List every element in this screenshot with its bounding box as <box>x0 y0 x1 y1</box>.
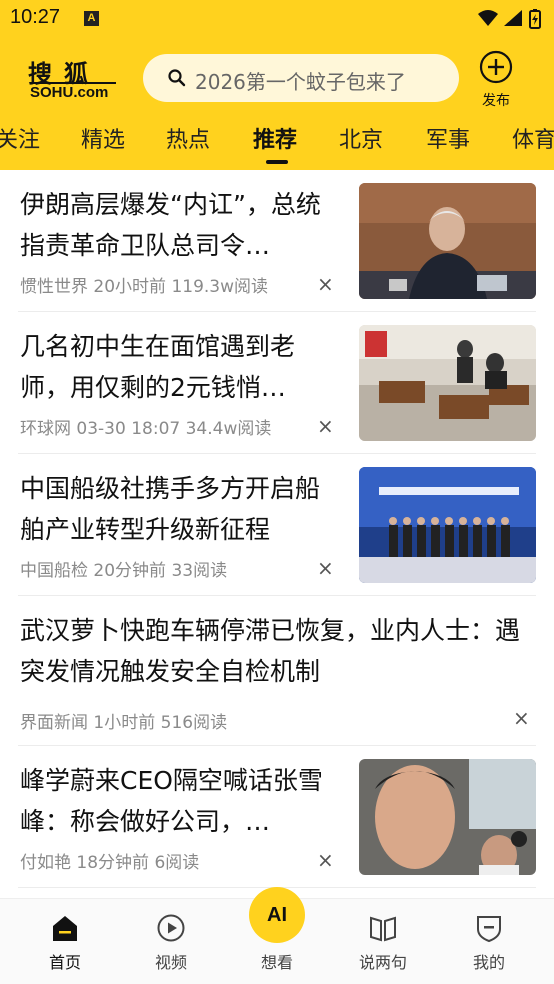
status-time: 10:27 <box>10 6 61 28</box>
cellular-icon <box>504 10 522 26</box>
bottom-nav: 首页 视频 AI 想看 说两句 我的 <box>0 887 554 984</box>
nav-label: 说两句 <box>358 953 407 972</box>
news-meta: 付如艳 18分钟前 6阅读 <box>20 853 200 873</box>
nav-label: 视频 <box>154 953 187 972</box>
news-title[interactable]: 峰学蔚来CEO隔空喊话张雪峰：称会做好公司，… <box>20 760 335 842</box>
news-thumbnail[interactable] <box>359 759 536 875</box>
channel-tabs: 关注 精选 热点 推荐 北京 军事 体育 <box>0 120 554 170</box>
news-title[interactable]: 中国船级社携手多方开启船舶产业转型升级新征程 <box>20 468 335 550</box>
news-meta: 环球网 03-30 18:07 34.4w阅读 <box>20 419 272 439</box>
tab-military[interactable]: 军事 <box>426 122 470 154</box>
home-icon <box>53 916 77 941</box>
battery-icon <box>529 9 541 29</box>
dismiss-icon[interactable]: × <box>317 848 334 872</box>
nav-profile[interactable]: 我的 <box>449 913 529 973</box>
news-card[interactable]: 伊朗高层爆发“内讧”，总统指责革命卫队总司令… 惯性世界 20小时前 119.3… <box>18 170 536 312</box>
search-bar[interactable]: 2026第一个蚊子包来了 <box>143 54 459 102</box>
nav-label[interactable]: 想看 <box>237 949 317 973</box>
news-feed: 伊朗高层爆发“内讧”，总统指责革命卫队总司令… 惯性世界 20小时前 119.3… <box>0 170 554 898</box>
tab-sports[interactable]: 体育 <box>512 122 554 154</box>
news-meta: 界面新闻 1小时前 516阅读 <box>20 713 228 733</box>
nav-label: 首页 <box>48 953 81 972</box>
nav-comments[interactable]: 说两句 <box>343 913 423 973</box>
status-bar: 10:27 A <box>0 0 554 40</box>
book-icon <box>370 916 396 942</box>
notification-badge: A <box>84 11 99 26</box>
ai-icon[interactable]: AI <box>249 887 305 943</box>
news-meta: 中国船检 20分钟前 33阅读 <box>20 561 228 581</box>
tab-recommended[interactable]: 推荐 <box>253 122 297 154</box>
dismiss-icon[interactable]: × <box>317 414 334 438</box>
nav-label: 我的 <box>472 953 505 972</box>
dismiss-icon[interactable]: × <box>317 556 334 580</box>
news-thumbnail[interactable] <box>359 325 536 441</box>
app-header: 搜狐 SOHU.com 2026第一个蚊子包来了 发布 关注 精选 热点 推荐 … <box>0 40 554 170</box>
tab-hot[interactable]: 热点 <box>166 122 210 154</box>
news-thumbnail[interactable] <box>359 467 536 583</box>
status-icons <box>478 9 541 29</box>
nav-home[interactable]: 首页 <box>25 913 105 973</box>
news-meta: 惯性世界 20小时前 119.3w阅读 <box>20 277 269 297</box>
active-tab-indicator <box>266 160 288 164</box>
play-circle-icon <box>157 914 185 942</box>
nav-video[interactable]: 视频 <box>131 913 211 973</box>
tab-featured[interactable]: 精选 <box>81 122 125 154</box>
news-card[interactable]: 中国船级社携手多方开启船舶产业转型升级新征程 中国船检 20分钟前 33阅读 × <box>18 454 536 596</box>
news-title[interactable]: 武汉萝卜快跑车辆停滞已恢复，业内人士：遇突发情况触发安全自检机制 <box>20 610 520 692</box>
shield-icon <box>477 916 501 943</box>
dismiss-icon[interactable]: × <box>317 272 334 296</box>
publish-label: 发布 <box>482 93 510 109</box>
tab-beijing[interactable]: 北京 <box>339 122 383 154</box>
publish-button[interactable]: 发布 <box>474 50 518 114</box>
search-placeholder: 2026第一个蚊子包来了 <box>195 70 406 94</box>
news-title[interactable]: 几名初中生在面馆遇到老师，用仅剩的2元钱悄… <box>20 326 335 408</box>
sohu-logo[interactable]: 搜狐 SOHU.com <box>28 54 120 104</box>
news-card[interactable]: 武汉萝卜快跑车辆停滞已恢复，业内人士：遇突发情况触发安全自检机制 界面新闻 1小… <box>18 596 536 746</box>
dismiss-icon[interactable]: × <box>513 706 530 730</box>
logo-english: SOHU.com <box>30 84 109 101</box>
news-card[interactable]: 几名初中生在面馆遇到老师，用仅剩的2元钱悄… 环球网 03-30 18:07 3… <box>18 312 536 454</box>
tab-follow[interactable]: 关注 <box>0 122 40 154</box>
news-title[interactable]: 伊朗高层爆发“内讧”，总统指责革命卫队总司令… <box>20 184 335 266</box>
plus-circle-icon <box>479 50 513 84</box>
wifi-icon <box>478 10 498 26</box>
news-thumbnail[interactable] <box>359 183 536 299</box>
news-card[interactable]: 峰学蔚来CEO隔空喊话张雪峰：称会做好公司，… 付如艳 18分钟前 6阅读 × <box>18 746 536 888</box>
search-icon <box>168 69 186 87</box>
